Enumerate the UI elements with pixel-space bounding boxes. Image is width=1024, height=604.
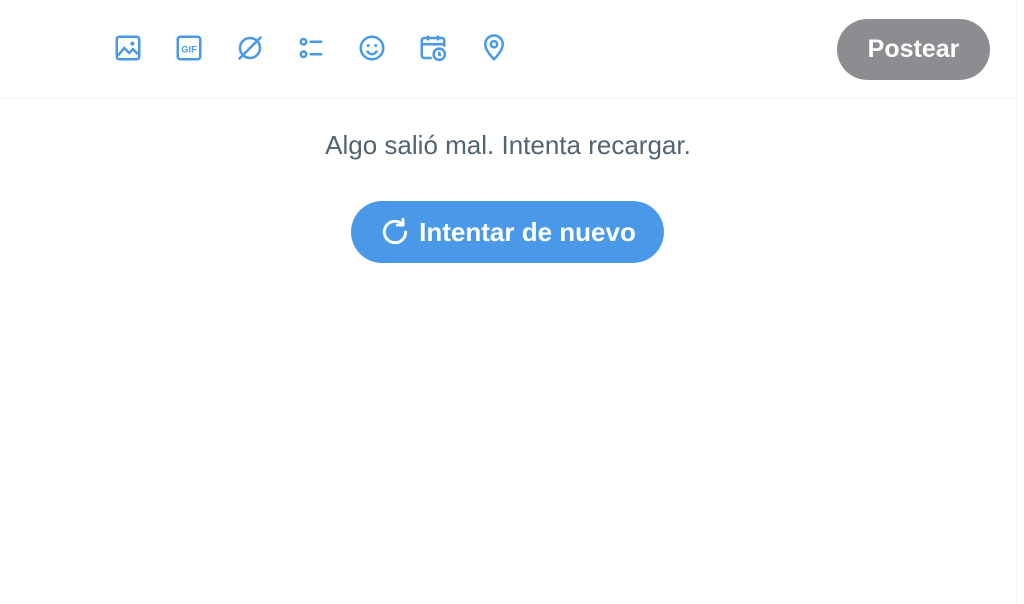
location-icon	[483, 34, 505, 61]
gif-button[interactable]: GIF	[169, 28, 209, 68]
poll-icon	[299, 37, 323, 59]
retry-label: Intentar de nuevo	[419, 216, 636, 247]
media-button[interactable]	[108, 28, 148, 68]
grok-button[interactable]	[230, 28, 270, 68]
grok-icon	[237, 35, 263, 61]
location-button[interactable]	[474, 28, 514, 68]
gif-glyph: GIF	[181, 44, 197, 54]
poll-button[interactable]	[291, 28, 331, 68]
image-icon	[115, 35, 141, 61]
gif-icon: GIF	[176, 35, 202, 61]
retry-button[interactable]: Intentar de nuevo	[351, 201, 664, 263]
schedule-button[interactable]	[413, 28, 453, 68]
refresh-icon	[379, 216, 411, 248]
column-divider	[1016, 0, 1017, 604]
toolbar-icons: GIF	[108, 28, 535, 72]
emoji-button[interactable]	[352, 28, 392, 68]
schedule-icon	[420, 35, 447, 62]
emoji-icon	[359, 35, 385, 61]
post-button[interactable]: Postear	[837, 19, 990, 80]
error-message: Algo salió mal. Intenta recargar.	[325, 130, 691, 160]
compose-toolbar: GIF Postear	[0, 0, 1016, 99]
